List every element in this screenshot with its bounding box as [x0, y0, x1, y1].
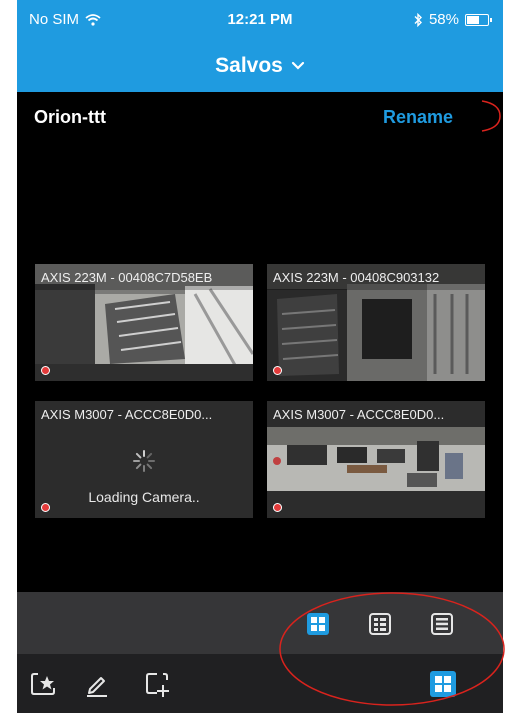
battery-icon — [465, 13, 492, 26]
recording-indicator — [273, 366, 282, 375]
add-view-icon[interactable] — [143, 670, 171, 698]
recording-indicator — [41, 503, 50, 512]
nav-title: Salvos — [215, 54, 283, 77]
status-right: 58% — [413, 11, 492, 28]
view-selector[interactable]: Salvos — [17, 40, 503, 92]
camera-tile[interactable]: AXIS 223M - 00408C903132 — [267, 264, 485, 381]
rename-button[interactable]: Rename — [383, 107, 453, 128]
edit-icon[interactable] — [83, 670, 111, 698]
annotation-highlight — [481, 100, 501, 132]
recording-indicator — [41, 366, 50, 375]
loading-spinner-icon — [133, 450, 155, 472]
camera-grid: AXIS 223M - 00408C7D58EB AXIS 223M - 004… — [35, 264, 488, 518]
favorite-view-icon[interactable] — [29, 670, 57, 698]
camera-label: AXIS M3007 - ACCC8E0D0... — [267, 401, 485, 427]
annotation-highlight — [279, 592, 505, 706]
battery-percent: 58% — [428, 11, 459, 28]
camera-label: AXIS 223M - 00408C7D58EB — [35, 264, 253, 290]
camera-tile[interactable]: AXIS 223M - 00408C7D58EB — [35, 264, 253, 381]
recording-indicator — [273, 503, 282, 512]
camera-tile[interactable]: AXIS M3007 - ACCC8E0D0... — [267, 401, 485, 518]
camera-label: AXIS 223M - 00408C903132 — [267, 264, 485, 290]
status-bar: No SIM 12:21 PM 58% — [17, 0, 503, 40]
camera-label: AXIS M3007 - ACCC8E0D0... — [35, 401, 253, 427]
camera-tile[interactable]: AXIS M3007 - ACCC8E0D0... Loading Camera… — [35, 401, 253, 518]
loading-text: Loading Camera.. — [88, 489, 200, 505]
view-name: Orion-ttt — [34, 107, 106, 127]
battery-level — [467, 15, 479, 24]
view-header: Orion-ttt Rename — [17, 92, 503, 142]
bluetooth-icon — [414, 12, 422, 27]
chevron-down-icon — [291, 61, 304, 70]
